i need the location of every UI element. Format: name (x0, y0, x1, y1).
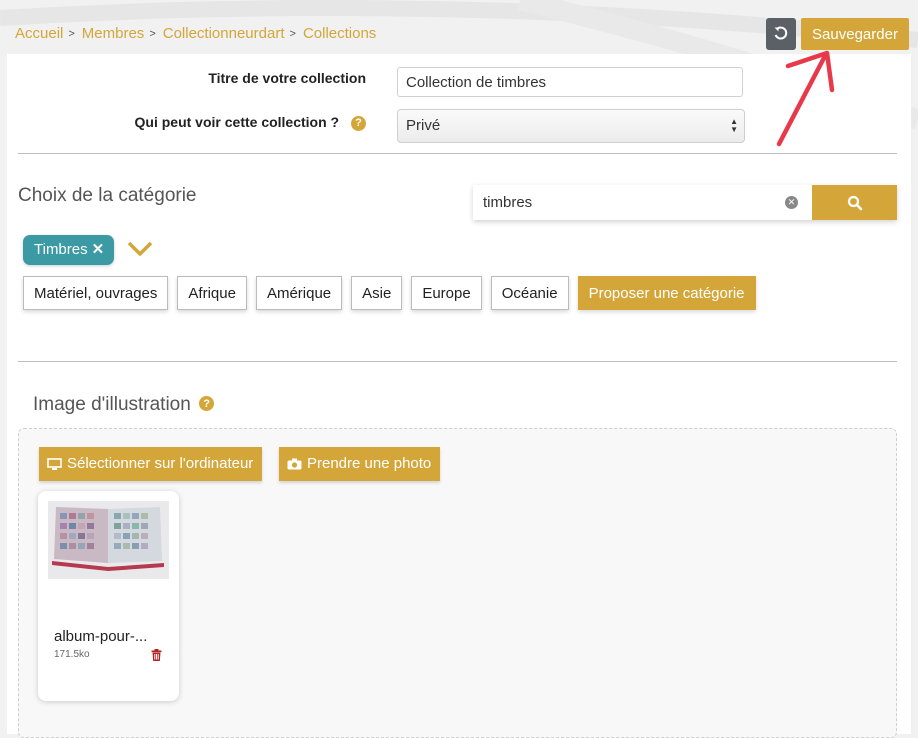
remove-tag-icon[interactable]: ✕ (92, 241, 105, 258)
clear-icon[interactable]: ✕ (785, 196, 798, 209)
save-button[interactable]: Sauvegarder (801, 18, 909, 50)
visibility-label-text: Qui peut voir cette collection ? (134, 114, 340, 130)
illustration-heading-text: Image d'illustration (33, 394, 191, 415)
selected-category-tag[interactable]: Timbres ✕ (23, 235, 115, 265)
subcategory-asie[interactable]: Asie (351, 276, 403, 310)
take-photo-label: Prendre une photo (307, 455, 432, 472)
title-input[interactable]: Collection de timbres (397, 67, 743, 97)
breadcrumb-separator: > (149, 27, 156, 40)
subcategory-afrique[interactable]: Afrique (177, 276, 247, 310)
breadcrumb-separator: > (289, 27, 296, 40)
monitor-icon (47, 457, 62, 470)
title-label: Titre de votre collection (208, 70, 366, 86)
take-photo-button[interactable]: Prendre une photo (279, 447, 441, 481)
trash-icon[interactable] (151, 649, 162, 661)
select-arrows-icon: ▲ ▼ (730, 117, 738, 134)
reset-button[interactable] (766, 18, 796, 50)
stamp-album-thumbnail (48, 501, 169, 579)
help-icon[interactable]: ? (351, 115, 366, 131)
chevron-down-icon[interactable] (127, 241, 153, 257)
breadcrumb: Accueil > Membres > Collectionneurdart >… (15, 25, 376, 42)
category-search-input[interactable]: timbres (473, 185, 812, 220)
uploaded-image-card: album-pour-... 171.5ko (38, 491, 179, 701)
help-icon[interactable]: ? (199, 396, 215, 412)
selected-category-label: Timbres (34, 241, 88, 258)
file-name: album-pour-... (54, 628, 148, 645)
breadcrumb-item-collections[interactable]: Collections (303, 25, 376, 42)
breadcrumb-separator: > (68, 27, 75, 40)
subcategory-list: Matériel, ouvrages Afrique Amérique Asie… (23, 276, 756, 310)
select-from-computer-button[interactable]: Sélectionner sur l'ordinateur (39, 447, 263, 481)
search-icon (847, 195, 862, 210)
search-button[interactable] (812, 185, 897, 220)
subcategory-amerique[interactable]: Amérique (255, 276, 343, 310)
illustration-heading: Image d'illustration ? (33, 394, 215, 416)
divider (18, 153, 897, 154)
category-heading: Choix de la catégorie (18, 185, 197, 206)
undo-icon (774, 26, 788, 40)
top-bar: Accueil > Membres > Collectionneurdart >… (0, 0, 918, 54)
visibility-label: Qui peut voir cette collection ? ? (135, 114, 366, 131)
propose-category-button[interactable]: Proposer une catégorie (577, 276, 756, 310)
category-search: timbres ✕ (473, 185, 897, 220)
divider (18, 361, 897, 362)
breadcrumb-item-collectionneurdart[interactable]: Collectionneurdart (163, 25, 285, 42)
breadcrumb-item-accueil[interactable]: Accueil (15, 25, 63, 42)
select-from-computer-label: Sélectionner sur l'ordinateur (67, 455, 254, 472)
camera-icon (287, 458, 302, 470)
subcategory-materiel[interactable]: Matériel, ouvrages (23, 276, 169, 310)
visibility-select[interactable]: Privé ▲ ▼ (397, 109, 745, 143)
collection-form-panel: Titre de votre collection Collection de … (7, 54, 911, 738)
file-size: 171.5ko (54, 649, 90, 660)
visibility-select-value: Privé (406, 117, 441, 134)
breadcrumb-item-membres[interactable]: Membres (82, 25, 145, 42)
subcategory-europe[interactable]: Europe (411, 276, 482, 310)
subcategory-oceanie[interactable]: Océanie (490, 276, 569, 310)
